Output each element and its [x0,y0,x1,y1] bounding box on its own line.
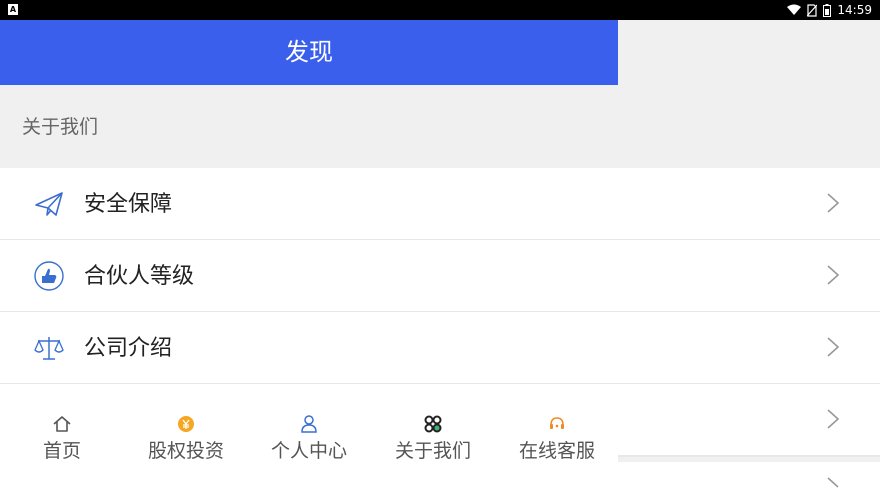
list-item-label: 安全保障 [84,192,173,217]
section-title: 关于我们 [22,116,99,138]
chevron-right-icon [827,265,840,285]
wifi-icon [787,4,802,15]
tab-about-us[interactable]: 关于我们 [378,414,488,463]
list-item-next[interactable] [0,462,880,492]
tab-label: 个人中心 [270,440,347,462]
list-item-partner-level[interactable]: 合伙人等级 [0,240,880,312]
header-filler [618,20,880,85]
chevron-right-icon [827,193,840,213]
coin-icon [178,416,194,432]
app-notification-icon: A [8,4,18,15]
list-item-company-intro[interactable]: 公司介绍 [0,312,880,384]
list-item-label: 合伙人等级 [84,264,195,289]
home-icon [53,416,71,432]
chevron-right-icon [827,337,840,357]
page-title: 发现 [285,38,333,66]
chevron-right-icon [827,477,839,488]
tab-label: 首页 [42,440,81,462]
divider [618,456,880,457]
command-icon [424,415,442,433]
no-sim-icon [807,3,818,17]
tab-label: 在线客服 [518,440,595,462]
scales-icon [34,337,64,360]
page-header: 发现 [0,20,618,85]
tab-personal-center[interactable]: 个人中心 [254,414,364,463]
thumbs-up-icon [34,261,64,291]
user-icon [301,415,317,433]
tab-home[interactable]: 首页 [7,414,117,463]
tab-label: 股权投资 [147,440,224,462]
paper-plane-icon [35,192,63,216]
status-bar: A 14:59 [0,0,880,20]
battery-icon [823,3,832,17]
clock: 14:59 [837,3,872,17]
bottom-tab-bar: 首页 股权投资 个人中心 关于我们 在线客服 [0,406,618,462]
headset-icon [550,417,564,429]
tab-online-service[interactable]: 在线客服 [502,414,612,463]
list-item-label: 公司介绍 [84,336,173,361]
list-item-security[interactable]: 安全保障 [0,168,880,240]
tab-equity-investment[interactable]: 股权投资 [131,414,241,463]
chevron-right-icon [827,409,840,429]
tab-label: 关于我们 [394,440,471,462]
